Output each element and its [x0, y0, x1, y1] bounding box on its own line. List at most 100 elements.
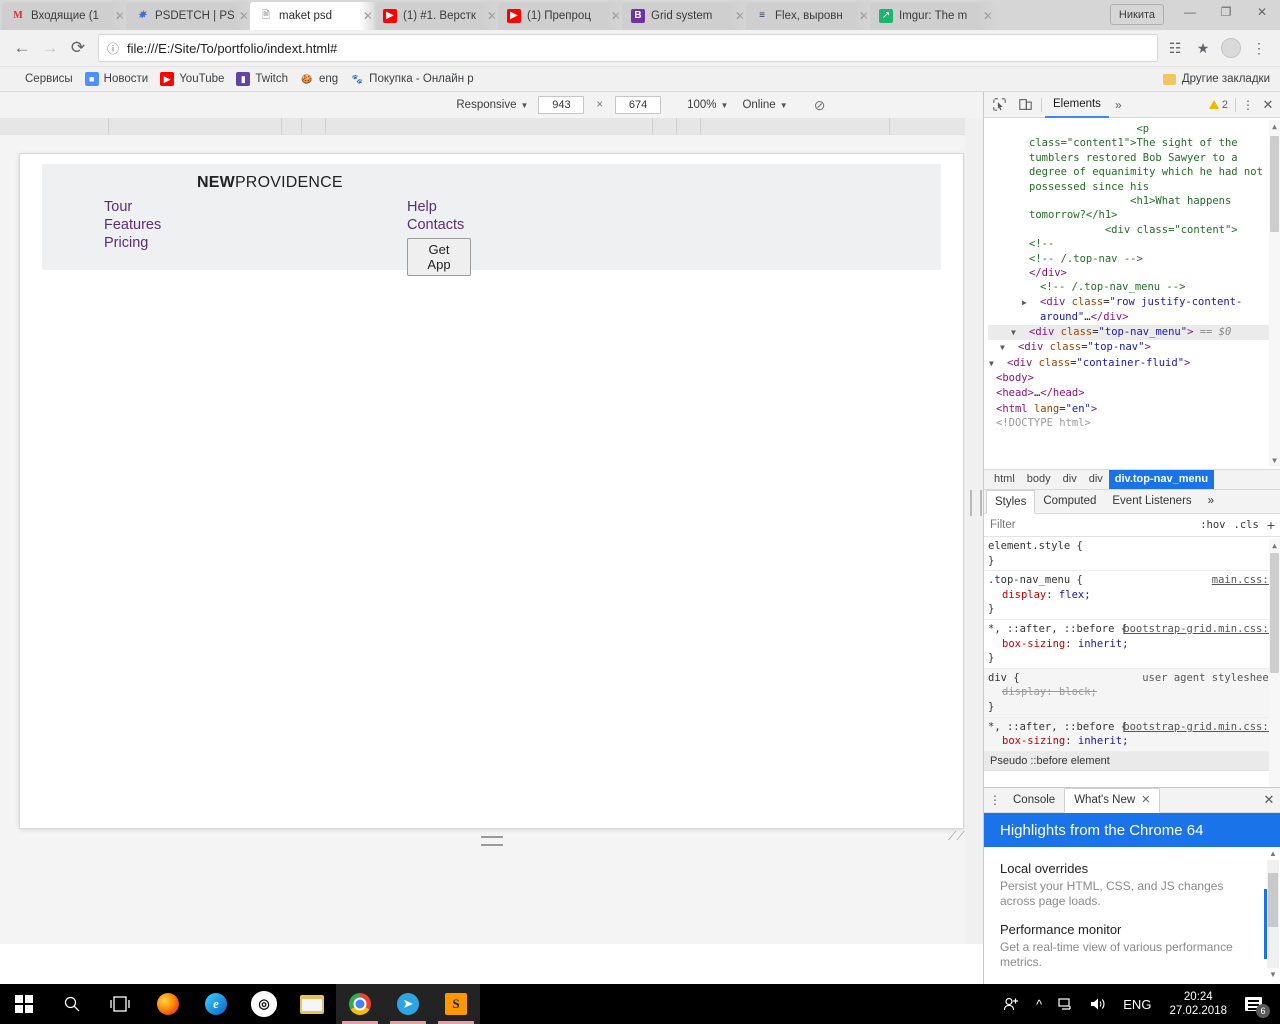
- scroll-up-icon[interactable]: ▲: [1267, 847, 1279, 860]
- address-bar[interactable]: ⓘ file:///E:/Site/To/portfolio/indext.ht…: [98, 34, 1158, 62]
- file-explorer-icon[interactable]: [288, 984, 336, 1024]
- tab-close-icon[interactable]: ✕: [980, 10, 996, 22]
- device-select[interactable]: Responsive ▼: [452, 99, 532, 111]
- new-style-rule-button[interactable]: +: [1267, 518, 1275, 532]
- close-icon[interactable]: ✕: [1141, 789, 1150, 812]
- window-close-button[interactable]: ✕: [1244, 0, 1280, 24]
- site-nav-link[interactable]: Tour: [104, 198, 161, 216]
- no-throttling-icon[interactable]: ⊘: [812, 97, 828, 113]
- scroll-down-icon[interactable]: ▼: [1269, 454, 1280, 467]
- tab-whats-new[interactable]: What's New ✕: [1064, 788, 1160, 813]
- scroll-down-icon[interactable]: ▼: [1267, 968, 1279, 981]
- styles-filter-input[interactable]: Filter: [990, 519, 1200, 531]
- breadcrumb-item[interactable]: div.top-nav_menu: [1109, 470, 1214, 489]
- people-icon[interactable]: [995, 984, 1028, 1024]
- elements-tree[interactable]: <p class="content1">The sight of the tum…: [984, 118, 1280, 469]
- firefox-icon[interactable]: [144, 984, 192, 1024]
- site-info-icon[interactable]: ⓘ: [107, 40, 119, 57]
- dom-node-line[interactable]: <!-- /.top-nav -->: [988, 252, 1280, 266]
- dom-node-line[interactable]: <h1>What happens tomorrow?</h1>: [988, 194, 1280, 223]
- dom-node-line[interactable]: <div class="content">: [988, 223, 1280, 237]
- get-app-button[interactable]: GetApp: [407, 238, 471, 276]
- viewport-corner-resize-icon[interactable]: ⟋⟋: [948, 830, 962, 844]
- window-user-badge[interactable]: Никита: [1110, 4, 1164, 25]
- tree-twisty-icon[interactable]: ▼: [1009, 341, 1018, 355]
- browser-tab[interactable]: ↗Imgur: The m✕: [870, 2, 998, 30]
- dom-node-line[interactable]: ▶<div class="row justify-content-around"…: [988, 295, 1280, 325]
- style-rule[interactable]: element.style {}: [984, 537, 1280, 571]
- bookmark-item[interactable]: 🐾Покупка - Онлайн р: [350, 72, 473, 86]
- devtools-close-icon[interactable]: ✕: [1257, 97, 1279, 113]
- viewport-height-input[interactable]: 674: [615, 96, 661, 114]
- network-throttle-select[interactable]: Online ▼: [738, 99, 791, 111]
- tree-twisty-icon[interactable]: ▼: [987, 372, 996, 386]
- inspect-cursor-icon[interactable]: [986, 93, 1012, 117]
- whats-new-item[interactable]: Performance monitorGet a real-time view …: [1000, 922, 1261, 970]
- style-rule[interactable]: .top-nav_menu {display: flex;}main.css:5: [984, 571, 1280, 620]
- styles-tab[interactable]: Event Listeners: [1104, 491, 1199, 512]
- avatar[interactable]: [1218, 35, 1244, 61]
- tree-twisty-icon[interactable]: ▶: [987, 387, 996, 401]
- dom-node-line[interactable]: <p class="content1">The sight of the tum…: [988, 122, 1280, 194]
- elements-scrollbar[interactable]: ▲ ▼: [1269, 120, 1280, 467]
- bookmark-item[interactable]: ▶YouTube: [160, 72, 224, 86]
- reload-button[interactable]: ⟳: [64, 34, 92, 62]
- search-icon[interactable]: [48, 984, 96, 1024]
- other-bookmarks-folder[interactable]: Другие закладки: [1163, 73, 1270, 85]
- dom-node-line[interactable]: <!--: [988, 237, 1280, 251]
- styles-pane[interactable]: element.style {}.top-nav_menu {display: …: [984, 537, 1280, 802]
- browser-tab[interactable]: ✵PSDETCH | PS✕: [126, 2, 254, 30]
- tree-twisty-icon[interactable]: ▼: [1020, 326, 1029, 340]
- dom-node-line[interactable]: <!DOCTYPE html>: [988, 416, 1280, 430]
- scroll-up-icon[interactable]: ▲: [1269, 120, 1280, 133]
- breadcrumb-item[interactable]: div: [1083, 470, 1109, 489]
- whats-new-item[interactable]: Local overridesPersist your HTML, CSS, a…: [1000, 861, 1261, 909]
- dom-node-line[interactable]: </div>: [988, 266, 1280, 280]
- browser-tab[interactable]: ≡Flex, выровн✕: [746, 2, 874, 30]
- volume-icon[interactable]: [1082, 984, 1115, 1024]
- drawer-menu-icon[interactable]: ⋮: [986, 793, 1004, 807]
- browser-tab[interactable]: MВходящие (1✕: [2, 2, 130, 30]
- bookmark-item[interactable]: 🍪eng: [300, 72, 338, 86]
- bookmark-item[interactable]: Сервисы: [6, 72, 73, 86]
- scrollbar-thumb[interactable]: [1268, 873, 1278, 927]
- more-panels-icon[interactable]: »: [1109, 98, 1128, 112]
- site-nav-link[interactable]: Pricing: [104, 234, 161, 252]
- style-declaration[interactable]: box-sizing: inherit;: [988, 734, 1275, 749]
- viewport-resize-handle[interactable]: [20, 832, 963, 850]
- dom-node-line[interactable]: <!-- /.top-nav_menu -->: [988, 280, 1280, 294]
- whats-new-scrollbar[interactable]: ▲ ▼: [1267, 847, 1279, 981]
- scrollbar-thumb[interactable]: [1270, 136, 1279, 232]
- opera-icon[interactable]: ◎: [240, 984, 288, 1024]
- tab-elements[interactable]: Elements: [1045, 92, 1109, 118]
- chrome-icon[interactable]: [336, 984, 384, 1024]
- styles-more-icon[interactable]: »: [1200, 491, 1222, 512]
- bookmark-star-icon[interactable]: ★: [1190, 35, 1216, 61]
- breadcrumb-item[interactable]: html: [988, 470, 1021, 489]
- rule-source-link[interactable]: main.css:5: [1212, 573, 1275, 588]
- rule-source-link[interactable]: bootstrap-grid.min.css:6: [1123, 720, 1275, 735]
- language-indicator[interactable]: ENG: [1115, 984, 1159, 1024]
- dom-node-line[interactable]: ▼<div class="top-nav">: [988, 340, 1280, 355]
- cls-toggle[interactable]: .cls: [1234, 519, 1259, 531]
- window-minimize-button[interactable]: —: [1172, 0, 1208, 24]
- device-toolbar-icon[interactable]: [1012, 93, 1038, 117]
- site-nav-link[interactable]: Features: [104, 216, 161, 234]
- dom-node-line[interactable]: <html lang="en">: [988, 402, 1280, 416]
- windows-start-icon[interactable]: [0, 984, 48, 1024]
- warning-counter[interactable]: 2: [1209, 99, 1232, 111]
- styles-tab[interactable]: Styles: [986, 490, 1035, 514]
- hov-toggle[interactable]: :hov: [1200, 519, 1225, 531]
- forward-button[interactable]: →: [36, 34, 64, 62]
- style-declaration[interactable]: display: block;: [988, 685, 1275, 700]
- task-view-icon[interactable]: [96, 984, 144, 1024]
- sublime-text-icon[interactable]: S: [432, 984, 480, 1024]
- dom-node-line[interactable]: ▼<div class="container-fluid">: [988, 356, 1280, 371]
- tab-close-icon[interactable]: ✕: [360, 10, 376, 22]
- edge-icon[interactable]: e: [192, 984, 240, 1024]
- notification-center-icon[interactable]: 6: [1237, 984, 1274, 1024]
- tab-console[interactable]: Console: [1004, 789, 1064, 811]
- devtools-menu-icon[interactable]: ⋮: [1239, 98, 1257, 112]
- tree-twisty-icon[interactable]: ▶: [1031, 296, 1040, 310]
- devtools-splitter[interactable]: [965, 118, 984, 944]
